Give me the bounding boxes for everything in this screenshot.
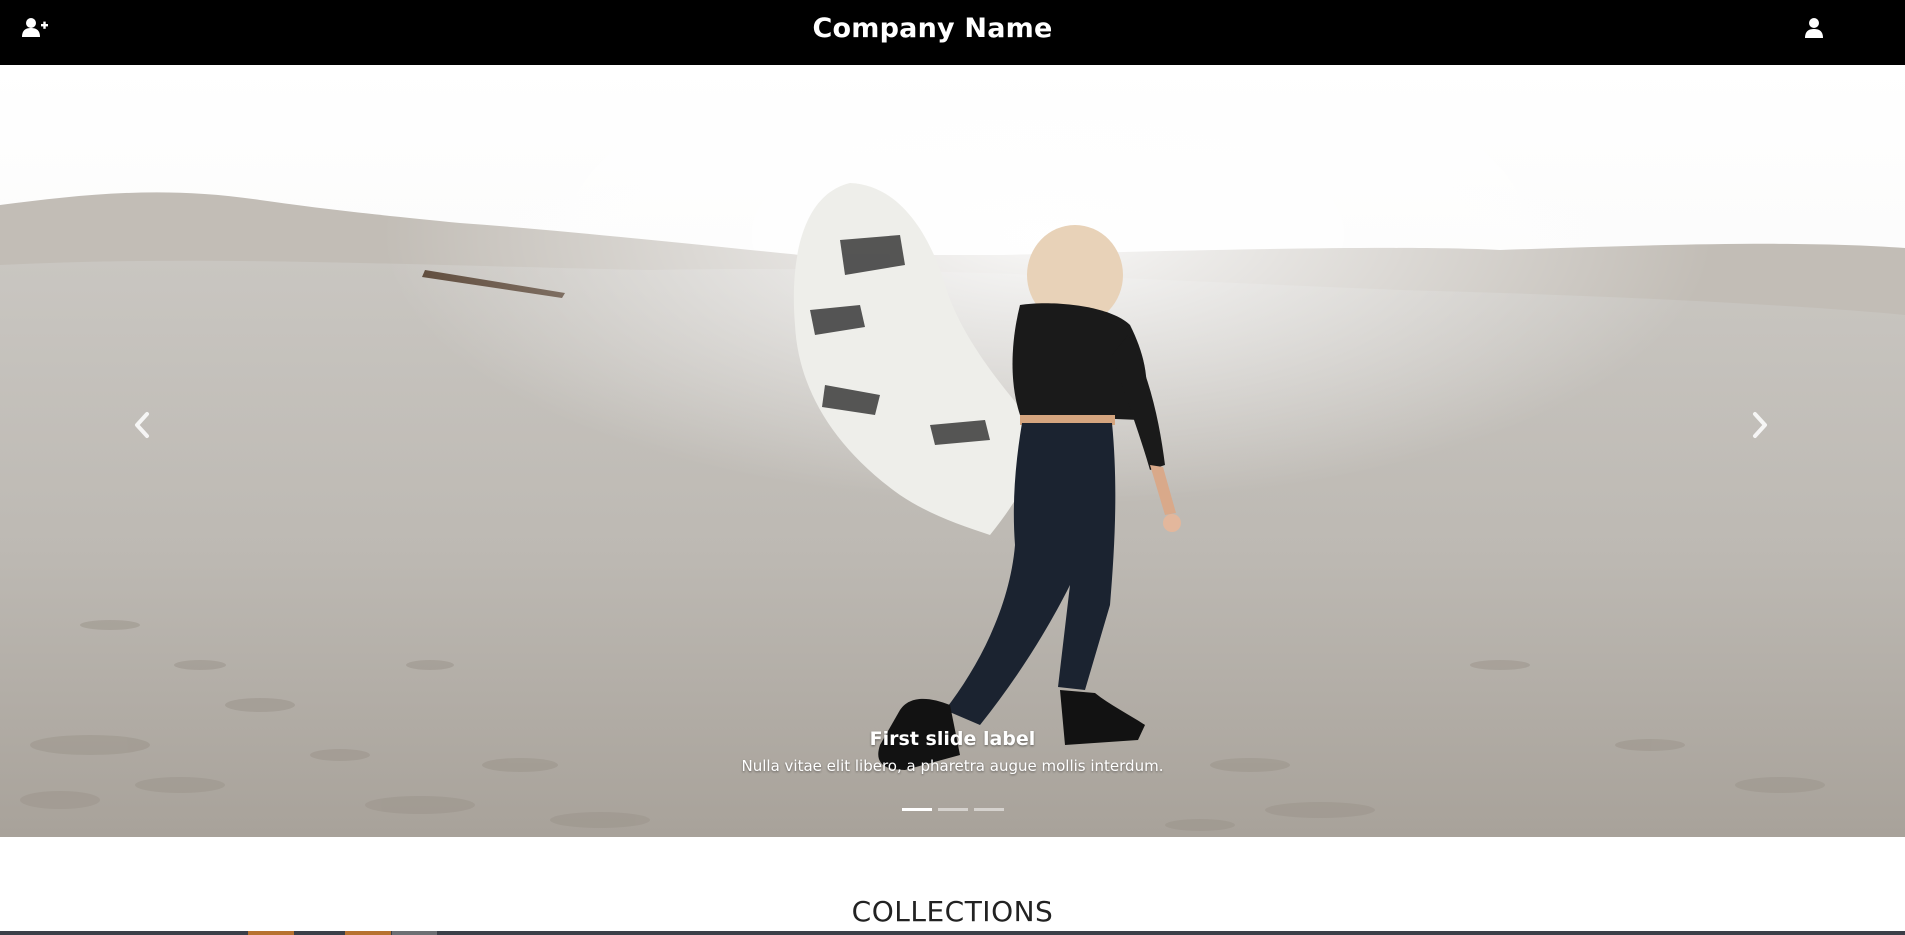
hero-carousel: First slide label Nulla vitae elit liber…	[0, 65, 1905, 837]
carousel-indicators	[0, 808, 1905, 811]
carousel-indicator-3[interactable]	[973, 808, 1004, 811]
carousel-indicator-2[interactable]	[937, 808, 968, 811]
slide-caption: First slide label Nulla vitae elit liber…	[0, 727, 1905, 775]
user-icon[interactable]	[1804, 16, 1830, 40]
chevron-left-icon	[135, 412, 149, 438]
chevron-right-icon	[1753, 412, 1767, 438]
carousel-prev-button[interactable]	[122, 395, 162, 455]
slide-text: Nulla vitae elit libero, a pharetra augu…	[741, 757, 1164, 775]
slide-label: First slide label	[869, 728, 1036, 750]
collections-heading: COLLECTIONS	[851, 895, 1054, 928]
brand-title[interactable]: Company Name	[0, 0, 1885, 56]
hero-image	[0, 65, 1905, 837]
carousel-next-button[interactable]	[1740, 395, 1780, 455]
carousel-indicator-1[interactable]	[901, 808, 932, 811]
collections-preview-strip	[0, 931, 1905, 935]
top-navbar: Company Name	[0, 0, 1905, 65]
